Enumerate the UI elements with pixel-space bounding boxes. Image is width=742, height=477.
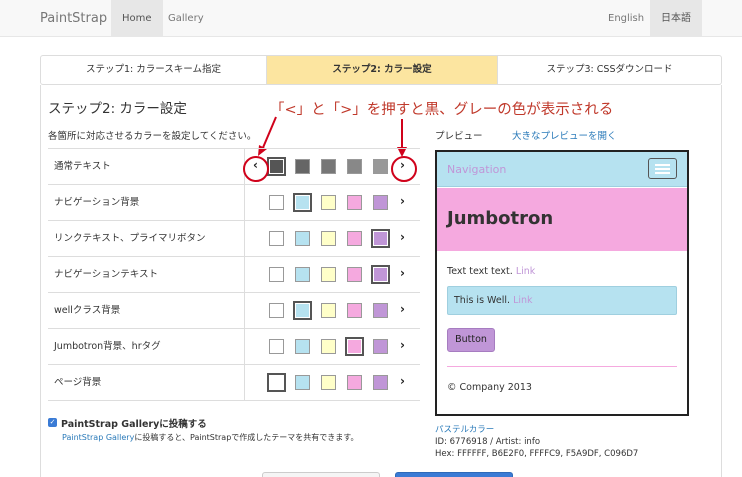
color-swatch[interactable]: [295, 159, 310, 174]
preview-jumbotron-title: Jumbotron: [447, 208, 554, 229]
preview-footer: © Company 2013: [447, 382, 532, 393]
color-row: Jumbotron背景、hrタグ ›: [48, 329, 420, 365]
scheme-id: ID: 6776918 / Artist: info: [435, 437, 541, 447]
back-button[interactable]: [262, 472, 380, 477]
lang-english[interactable]: English: [597, 0, 655, 37]
highlight-prev-circle: [243, 156, 269, 182]
color-swatch[interactable]: [373, 375, 388, 390]
chevron-right-icon[interactable]: ›: [400, 302, 405, 316]
preview-link[interactable]: Link: [516, 266, 535, 277]
chevron-right-icon[interactable]: ›: [400, 374, 405, 388]
color-swatch[interactable]: [373, 339, 388, 354]
page-description: 各箇所に対応させるカラーを設定してください。: [48, 131, 257, 142]
color-row: リンクテキスト、プライマリボタン ›: [48, 221, 420, 257]
color-swatch[interactable]: [269, 339, 284, 354]
color-row: wellクラス背景 ›: [48, 293, 420, 329]
color-swatch[interactable]: [267, 373, 286, 392]
color-swatch[interactable]: [371, 229, 390, 248]
chevron-right-icon[interactable]: ›: [400, 230, 405, 244]
hamburger-icon[interactable]: [648, 158, 677, 179]
next-button[interactable]: [395, 472, 513, 477]
step-2-tab[interactable]: ステップ2: カラー設定: [266, 56, 498, 84]
preview-jumbotron: Jumbotron: [437, 188, 687, 251]
color-swatch[interactable]: [295, 231, 310, 246]
chevron-right-icon[interactable]: ›: [400, 266, 405, 280]
color-swatch[interactable]: [267, 157, 286, 176]
color-swatch[interactable]: [321, 195, 336, 210]
color-row-label: ナビゲーションテキスト: [54, 269, 159, 280]
color-swatch[interactable]: [373, 303, 388, 318]
color-swatch[interactable]: [347, 195, 362, 210]
color-swatch[interactable]: [295, 339, 310, 354]
preview-button[interactable]: Button: [447, 328, 495, 352]
step-tabs: ステップ1: カラースキーム指定 ステップ2: カラー設定 ステップ3: CSS…: [40, 55, 722, 85]
scheme-hex: Hex: FFFFFF, B6E2F0, FFFFC9, F5A9DF, C09…: [435, 449, 639, 459]
navbar: PaintStrap Home Gallery English 日本語: [0, 0, 742, 37]
color-swatch[interactable]: [269, 267, 284, 282]
color-swatch[interactable]: [347, 375, 362, 390]
color-swatch[interactable]: [321, 303, 336, 318]
color-row: ナビゲーション背景 ›: [48, 185, 420, 221]
color-swatch[interactable]: [347, 267, 362, 282]
color-swatch[interactable]: [293, 301, 312, 320]
step-3-tab[interactable]: ステップ3: CSSダウンロード: [498, 56, 721, 84]
color-swatch[interactable]: [345, 337, 364, 356]
color-swatch[interactable]: [269, 195, 284, 210]
chevron-right-icon[interactable]: ›: [400, 338, 405, 352]
color-row-label: ページ背景: [54, 377, 102, 388]
scheme-meta: パステルカラー ID: 6776918 / Artist: info Hex: …: [435, 424, 638, 460]
annotation-text: 「<」と「>」を押すと黒、グレーの色が表示される: [270, 102, 614, 118]
chevron-right-icon[interactable]: ›: [400, 194, 405, 208]
gallery-link[interactable]: PaintStrap Gallery: [62, 433, 134, 442]
theme-preview: Navigation Jumbotron Text text text. Lin…: [435, 150, 689, 416]
preview-well-link[interactable]: Link: [513, 295, 532, 306]
nav-home[interactable]: Home: [111, 0, 163, 37]
color-swatch[interactable]: [373, 195, 388, 210]
color-swatch[interactable]: [371, 265, 390, 284]
step-1-tab[interactable]: ステップ1: カラースキーム指定: [41, 56, 266, 84]
preview-well: This is Well. Link: [447, 286, 677, 315]
preview-hr: [447, 366, 677, 367]
color-row-label: ナビゲーション背景: [54, 197, 140, 208]
color-settings-table: 通常テキスト ‹ › ナビゲーション背景 › リンクテキスト、プライマリボタン › ナビゲーシ…: [48, 148, 420, 401]
nav-gallery[interactable]: Gallery: [157, 0, 215, 37]
gallery-description: PaintStrap Galleryに投稿すると、PaintStrapで作成した…: [62, 433, 359, 442]
color-swatch[interactable]: [321, 231, 336, 246]
color-swatch[interactable]: [373, 159, 388, 174]
color-swatch[interactable]: [321, 375, 336, 390]
brand-logo[interactable]: PaintStrap: [40, 11, 107, 26]
page-title: ステップ2: カラー設定: [48, 101, 187, 117]
open-large-preview-link[interactable]: 大きなプレビューを開く: [512, 128, 617, 142]
color-swatch[interactable]: [295, 267, 310, 282]
color-row-label: リンクテキスト、プライマリボタン: [54, 233, 206, 244]
color-swatch[interactable]: [347, 231, 362, 246]
color-row: ナビゲーションテキスト ›: [48, 257, 420, 293]
gallery-checkbox[interactable]: ✓: [48, 418, 57, 427]
preview-label: プレビュー: [435, 131, 483, 142]
color-row: 通常テキスト ‹ ›: [48, 149, 420, 185]
lang-japanese[interactable]: 日本語: [650, 0, 702, 37]
color-row-label: 通常テキスト: [54, 161, 111, 172]
color-swatch[interactable]: [347, 303, 362, 318]
highlight-next-circle: [391, 156, 417, 182]
preview-body-text: Text text text. Link: [447, 266, 536, 277]
preview-nav-brand[interactable]: Navigation: [447, 163, 506, 176]
color-swatch[interactable]: [321, 267, 336, 282]
gallery-title: PaintStrap Galleryに投稿する: [61, 419, 207, 430]
color-swatch[interactable]: [321, 159, 336, 174]
preview-navbar: Navigation: [437, 152, 687, 187]
color-swatch[interactable]: [293, 193, 312, 212]
color-swatch[interactable]: [347, 159, 362, 174]
color-swatch[interactable]: [295, 375, 310, 390]
color-row-label: wellクラス背景: [54, 305, 121, 316]
color-row: ページ背景 ›: [48, 365, 420, 401]
color-row-label: Jumbotron背景、hrタグ: [54, 341, 161, 352]
color-swatch[interactable]: [269, 303, 284, 318]
color-swatch[interactable]: [269, 231, 284, 246]
scheme-name-link[interactable]: パステルカラー: [435, 424, 638, 436]
color-swatch[interactable]: [321, 339, 336, 354]
